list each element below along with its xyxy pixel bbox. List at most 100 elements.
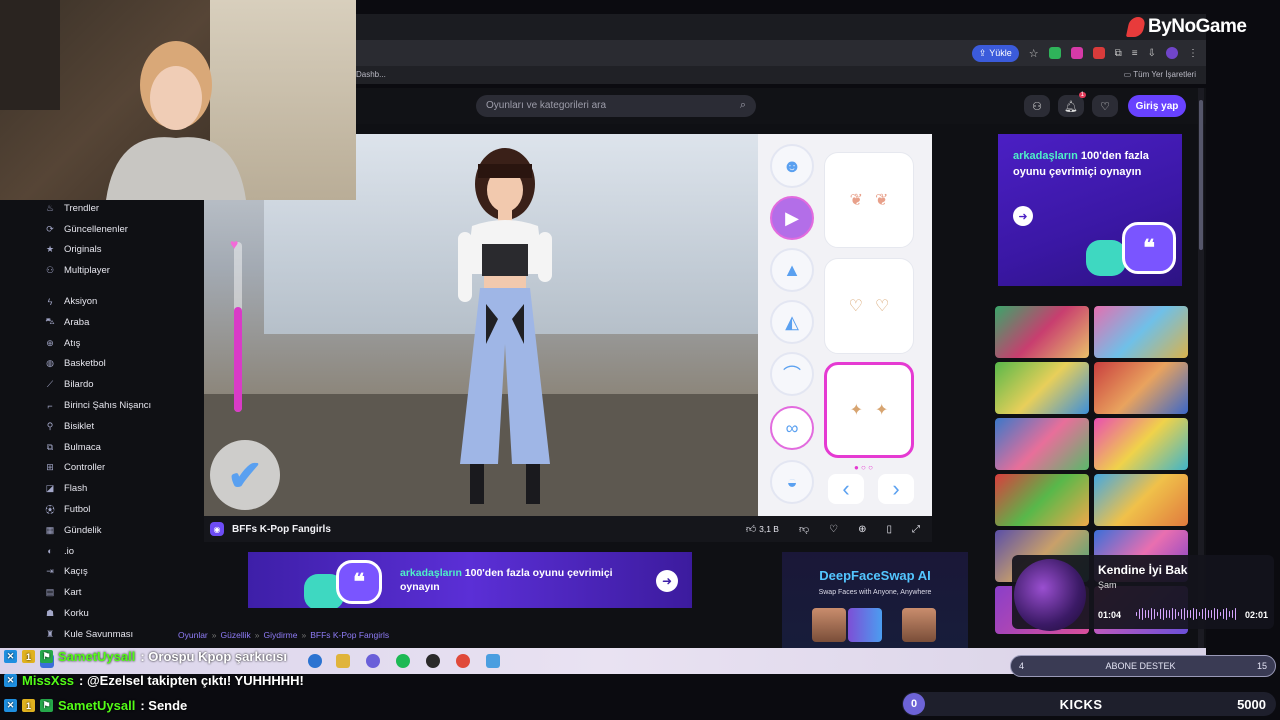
extensions-puzzle-icon[interactable]: ⧉ <box>1115 48 1122 59</box>
earring-item-icon: ♡ <box>875 298 890 315</box>
game-thumbnail[interactable] <box>1094 306 1188 358</box>
profile-avatar-icon[interactable] <box>1166 47 1178 59</box>
search-icon[interactable]: ⌕ <box>740 99 746 112</box>
extension-icon[interactable] <box>1070 47 1083 59</box>
file-explorer-icon[interactable] <box>336 654 350 668</box>
user-profile-icon[interactable]: ⚇ <box>1024 95 1050 117</box>
upload-button[interactable]: ⇪ Yükle <box>971 44 1019 62</box>
game-thumbnail[interactable] <box>995 306 1089 358</box>
bynogame-logo-icon <box>1125 17 1147 37</box>
earring-option-2[interactable]: ♡ ♡ <box>824 258 914 354</box>
share-icon[interactable]: ⊕ <box>858 524 866 535</box>
fullscreen-icon[interactable]: ⤢ <box>912 524 920 535</box>
sidebar-item-trendler[interactable]: ♨ Trendler <box>36 198 156 219</box>
sidebar-item-ka[interactable]: ⇥ Kaçış <box>36 562 156 583</box>
earring-option-3[interactable]: ✦ ✦ <box>824 362 914 458</box>
sidebar-item-kule-savunmas[interactable]: ♜ Kule Savunması <box>36 624 156 645</box>
sidebar-item-originals[interactable]: ★ Originals <box>36 240 156 261</box>
waveform-bar <box>1229 610 1230 618</box>
sidebar-item-araba[interactable]: ⛍ Araba <box>36 312 156 333</box>
waveform-bar <box>1205 608 1206 620</box>
game-thumbnail[interactable] <box>1094 474 1188 526</box>
sidebar-item-futbol[interactable]: ⚽︎ Futbol <box>36 499 156 520</box>
sidebar-item-korku[interactable]: ☗ Korku <box>36 603 156 624</box>
sidebar-item-label: Bulmaca <box>64 441 101 453</box>
next-page-button[interactable]: › <box>878 474 914 504</box>
mascot-green-icon <box>1086 240 1126 276</box>
edge-browser-icon[interactable] <box>308 654 322 668</box>
arrow-right-icon[interactable]: ➜ <box>656 570 678 592</box>
sidebar-item-bisiklet[interactable]: ⚲ Bisiklet <box>36 416 156 437</box>
sidebar-item-bulmaca[interactable]: ⧉ Bulmaca <box>36 437 156 458</box>
all-bookmarks-link[interactable]: ▭ Tüm Yer İşaretleri <box>1124 70 1196 79</box>
sidebar-item-bilardo[interactable]: ⟋ Bilardo <box>36 374 156 395</box>
earrings-category-button[interactable]: ∞ <box>770 406 814 450</box>
kicks-count: 0 <box>903 693 925 715</box>
login-button[interactable]: Giriş yap <box>1128 95 1186 117</box>
chat-username[interactable]: MissXss <box>22 673 74 688</box>
video-icon: ▶ <box>785 207 799 228</box>
bookmark-star-icon[interactable]: ☆ <box>1029 47 1039 60</box>
bookmark-item[interactable]: Dashb... <box>356 70 386 79</box>
bag-category-button[interactable]: ◒ <box>770 460 814 504</box>
settings-gear-icon[interactable] <box>486 654 500 668</box>
previous-page-button[interactable]: ‹ <box>828 474 864 504</box>
shoes-category-button[interactable]: ⌒ <box>770 352 814 396</box>
breadcrumb-link[interactable]: Giydirme <box>263 630 297 640</box>
notification-badge: 1 <box>1078 92 1086 98</box>
thumbs-up-icon: 👍︎ <box>745 524 757 535</box>
thumbs-down-icon[interactable]: 👎︎ <box>799 523 809 535</box>
search-input[interactable]: Oyunları ve kategorileri ara ⌕ <box>476 95 756 117</box>
game-thumbnail[interactable] <box>1094 418 1188 470</box>
spotify-icon[interactable] <box>396 654 410 668</box>
sidebar-item-multiplayer[interactable]: ⚇ Multiplayer <box>36 260 156 281</box>
download-icon[interactable]: ⇩ <box>1148 48 1156 59</box>
extension-icon[interactable] <box>1048 47 1061 59</box>
game-thumbnail[interactable] <box>995 362 1089 414</box>
sidebar-item-controller[interactable]: ⊞ Controller <box>36 458 156 479</box>
skirt-category-button[interactable]: ◭ <box>770 300 814 344</box>
chrome-icon[interactable] <box>456 654 470 668</box>
breadcrumb-link[interactable]: Oyunlar <box>178 630 208 640</box>
scrollbar-thumb[interactable] <box>1199 100 1203 250</box>
top-category-button[interactable]: ▲ <box>770 248 814 292</box>
arrow-right-icon[interactable]: ➜ <box>1013 206 1033 226</box>
favorites-heart-icon[interactable]: ♡ <box>1092 95 1118 117</box>
sidebar-item-g-ncellenenler[interactable]: ⟳ Güncellenenler <box>36 219 156 240</box>
deepfaceswap-ad[interactable]: DeepFaceSwap AI Swap Faces with Anyone, … <box>782 552 968 648</box>
sidebar-item-flash[interactable]: ◪ Flash <box>36 478 156 499</box>
song-title: Kendine İyi Bak <box>1098 563 1188 577</box>
sidebar-item-kart[interactable]: ▤ Kart <box>36 582 156 603</box>
breadcrumb-link[interactable]: Güzellik <box>221 630 251 640</box>
chat-username[interactable]: SametUysall <box>58 698 135 713</box>
sidebar-item-g-ndelik[interactable]: ▦ Gündelik <box>36 520 156 541</box>
like-button[interactable]: 👍︎ 3,1 B <box>746 523 779 535</box>
side-ad-text: arkadaşların 100'den fazla oyunu çevrimi… <box>1013 148 1163 180</box>
sidebar-item-at[interactable]: ⊕ Atış <box>36 333 156 354</box>
earring-option-1[interactable]: ❦ ❦ <box>824 152 914 248</box>
discord-icon[interactable] <box>366 654 380 668</box>
favorite-heart-icon[interactable]: ♡ <box>829 524 838 535</box>
sidebar-item-io[interactable]: ◐ .io <box>36 541 156 562</box>
sidebar-item-label: Originals <box>64 244 102 256</box>
confirm-check-button[interactable]: ✔ <box>210 440 280 510</box>
media-control-icon[interactable]: ≡ <box>1132 48 1138 59</box>
game-thumbnail[interactable] <box>995 418 1089 470</box>
promo-banner[interactable]: ❝ arkadaşların 100'den fazla oyunu çevri… <box>248 552 692 608</box>
game-thumbnail[interactable] <box>1094 362 1188 414</box>
sidebar-item-aksiyon[interactable]: ϟ Aksiyon <box>36 291 156 312</box>
video-reward-button[interactable]: ▶ <box>770 196 814 240</box>
side-promo-ad[interactable]: arkadaşların 100'den fazla oyunu çevrimi… <box>998 134 1182 286</box>
chat-username[interactable]: SametUysall <box>58 649 135 664</box>
car-icon: ⛍ <box>45 316 55 327</box>
breadcrumb-link[interactable]: BFFs K-Pop Fangirls <box>310 630 389 640</box>
hair-category-button[interactable]: ☻ <box>770 144 814 188</box>
sidebar-item-birinci-ah-s-ni-anc[interactable]: ⌐ Birinci Şahıs Nişancı <box>36 395 156 416</box>
game-thumbnail[interactable] <box>995 474 1089 526</box>
browser-menu-icon[interactable]: ⋮ <box>1188 48 1198 59</box>
extension-icon[interactable] <box>1092 47 1105 59</box>
obs-icon[interactable] <box>426 654 440 668</box>
notifications-bell-icon[interactable]: 🔔︎ 1 <box>1058 92 1086 117</box>
theater-mode-icon[interactable]: ▯ <box>886 524 892 535</box>
sidebar-item-basketbol[interactable]: ◍ Basketbol <box>36 354 156 375</box>
